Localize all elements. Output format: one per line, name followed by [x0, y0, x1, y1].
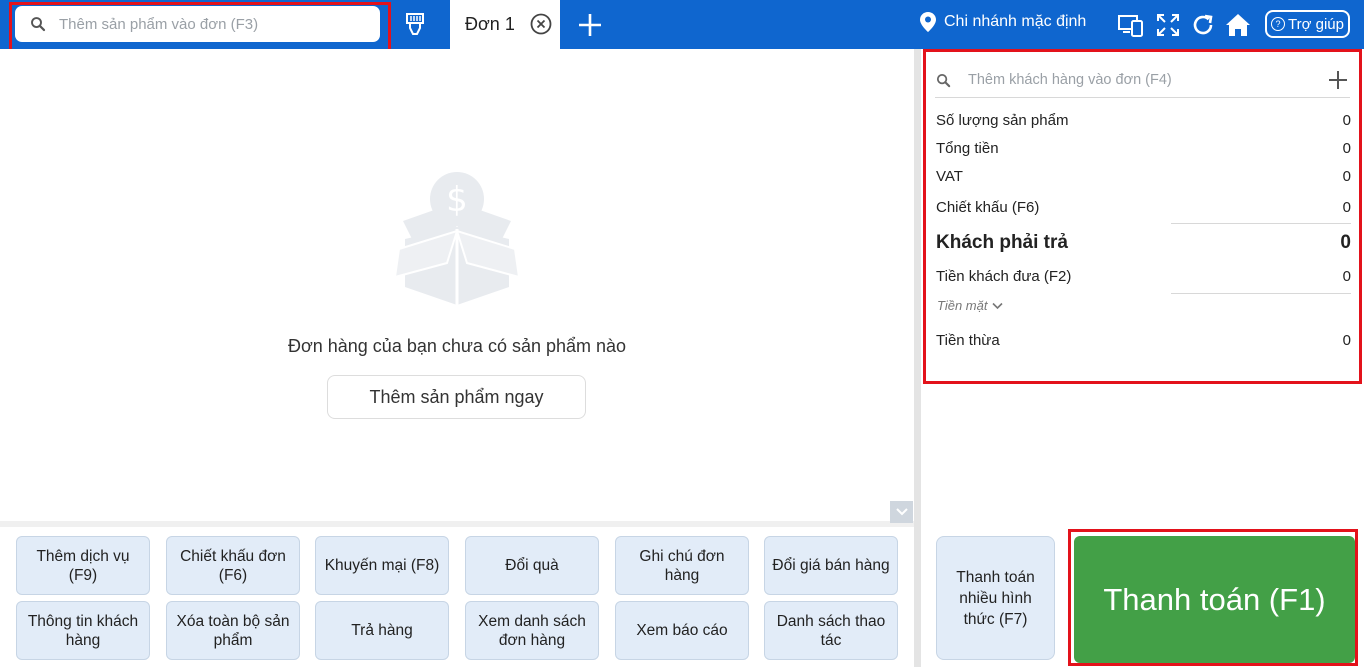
- barcode-scanner-icon[interactable]: [402, 11, 428, 37]
- return-goods-button[interactable]: Trả hàng: [315, 601, 449, 660]
- customer-search-input[interactable]: [966, 71, 1310, 89]
- change-price-button[interactable]: Đổi giá bán hàng: [764, 536, 898, 595]
- help-label: Trợ giúp: [1288, 15, 1344, 33]
- vat-row: VAT 0: [936, 168, 1351, 185]
- total-row: Tổng tiền 0: [936, 140, 1351, 157]
- order-items-area: $ Đơn hàng của bạn chưa có sản phẩm nào …: [0, 49, 914, 523]
- quantity-label: Số lượng sản phẩm: [936, 112, 1069, 129]
- svg-text:$: $: [446, 180, 468, 220]
- product-search-box[interactable]: [15, 6, 380, 42]
- question-icon: ?: [1271, 17, 1286, 31]
- order-summary-panel: Số lượng sản phẩm 0 Tổng tiền 0 VAT 0 Ch…: [921, 49, 1364, 667]
- tab-label: Đơn 1: [465, 14, 515, 34]
- branch-selector[interactable]: Chi nhánh mặc định: [920, 12, 1086, 32]
- customer-info-button[interactable]: Thông tin khách hàng: [16, 601, 150, 660]
- chevron-down-icon: [895, 508, 908, 516]
- search-icon: [936, 73, 951, 87]
- collapse-toggle[interactable]: [890, 501, 913, 523]
- order-note-button[interactable]: Ghi chú đơn hàng: [615, 536, 749, 595]
- customer-given-value: 0: [1342, 268, 1351, 285]
- fullscreen-icon[interactable]: [1154, 11, 1182, 39]
- quantity-value: 0: [1342, 112, 1351, 129]
- total-label: Tổng tiền: [936, 140, 999, 157]
- add-customer-icon[interactable]: [1328, 70, 1348, 90]
- home-icon[interactable]: [1224, 11, 1252, 39]
- view-orders-button[interactable]: Xem danh sách đơn hàng: [465, 601, 599, 660]
- vat-value: 0: [1342, 168, 1351, 185]
- action-button-grid: Thêm dịch vụ (F9) Chiết khấu đơn (F6) Kh…: [0, 527, 914, 667]
- customer-pays-value: 0: [1340, 232, 1351, 253]
- payment-method-label: Tiền mặt: [937, 298, 988, 313]
- customer-given-row[interactable]: Tiền khách đưa (F2) 0: [936, 268, 1351, 285]
- promotion-button[interactable]: Khuyến mại (F8): [315, 536, 449, 595]
- add-product-now-button[interactable]: Thêm sản phẩm ngay: [327, 375, 586, 419]
- customer-pays-label: Khách phải trả: [936, 232, 1068, 253]
- payment-method-dropdown[interactable]: Tiền mặt: [937, 298, 1004, 313]
- discount-row[interactable]: Chiết khấu (F6) 0: [936, 199, 1351, 216]
- clear-all-products-button[interactable]: Xóa toàn bộ sản phẩm: [166, 601, 300, 660]
- product-search-input[interactable]: [57, 14, 361, 34]
- total-value: 0: [1342, 140, 1351, 157]
- devices-icon[interactable]: [1117, 11, 1145, 39]
- change-value: 0: [1342, 332, 1351, 349]
- customer-given-label: Tiền khách đưa (F2): [936, 268, 1072, 285]
- divider: [1171, 293, 1351, 294]
- customer-search-box[interactable]: [935, 63, 1350, 98]
- tab-order-1[interactable]: Đơn 1: [450, 0, 560, 49]
- location-pin-icon: [920, 12, 936, 32]
- order-discount-button[interactable]: Chiết khấu đơn (F6): [166, 536, 300, 595]
- add-tab-icon[interactable]: [576, 11, 604, 39]
- customer-pays-row: Khách phải trả 0: [936, 232, 1351, 254]
- refresh-icon[interactable]: [1189, 11, 1217, 39]
- redeem-gift-button[interactable]: Đổi quà: [465, 536, 599, 595]
- vat-label: VAT: [936, 168, 963, 185]
- divider: [1171, 223, 1351, 224]
- search-icon: [31, 17, 46, 32]
- discount-value: 0: [1342, 199, 1351, 216]
- quantity-row: Số lượng sản phẩm 0: [936, 112, 1351, 129]
- action-list-button[interactable]: Danh sách thao tác: [764, 601, 898, 660]
- panel-divider: [914, 49, 921, 667]
- empty-order-message: Đơn hàng của bạn chưa có sản phẩm nào: [287, 336, 627, 356]
- change-label: Tiền thừa: [936, 332, 1000, 349]
- help-button[interactable]: ? Trợ giúp: [1265, 10, 1350, 38]
- multi-payment-button[interactable]: Thanh toán nhiều hình thức (F7): [936, 536, 1055, 660]
- change-row: Tiền thừa 0: [936, 332, 1351, 349]
- branch-label: Chi nhánh mặc định: [944, 13, 1087, 30]
- checkout-button[interactable]: Thanh toán (F1): [1074, 536, 1355, 663]
- chevron-down-icon: [992, 302, 1004, 309]
- view-report-button[interactable]: Xem báo cáo: [615, 601, 749, 660]
- empty-box-icon: $: [393, 172, 521, 305]
- add-service-button[interactable]: Thêm dịch vụ (F9): [16, 536, 150, 595]
- top-bar: Đơn 1 Chi nhánh mặc định: [0, 0, 1364, 49]
- close-tab-icon[interactable]: [530, 13, 552, 35]
- discount-label: Chiết khấu (F6): [936, 199, 1040, 216]
